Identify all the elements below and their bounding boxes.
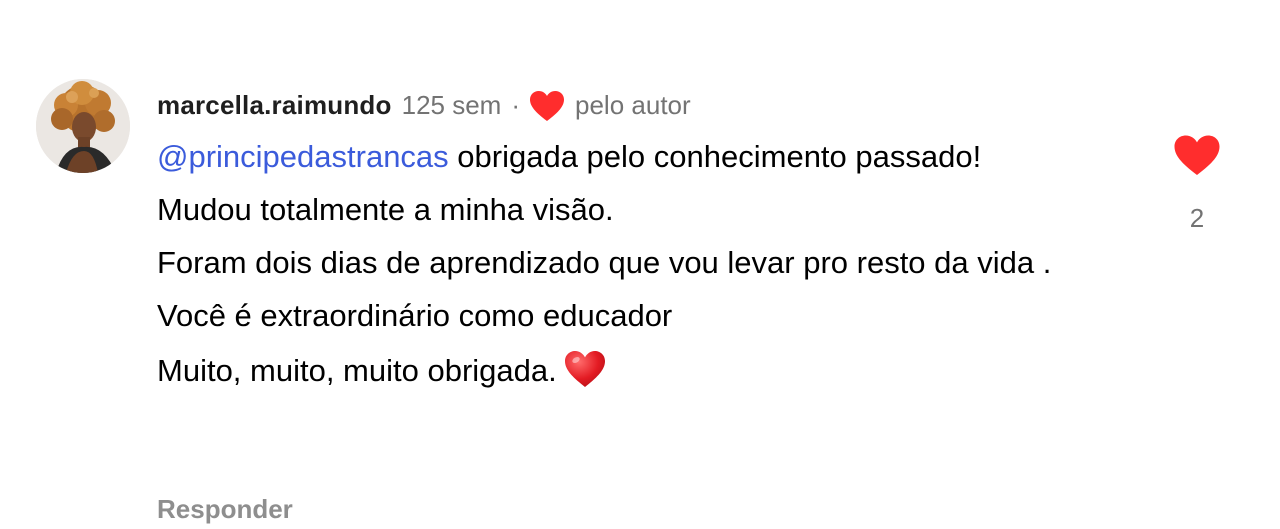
username[interactable]: marcella.raimundo: [157, 86, 392, 124]
mention-link[interactable]: @principedastrancas: [157, 139, 449, 174]
avatar-image: [36, 79, 130, 173]
red-heart-emoji-icon: [563, 349, 607, 399]
comment-paragraph: Mudou totalmente a minha visão.: [157, 190, 1117, 230]
comment-text: obrigada pelo conhecimento passado!: [448, 139, 982, 174]
separator-dot: ·: [511, 90, 521, 120]
liked-by-author-label: pelo autor: [575, 90, 691, 120]
comment-paragraph: Você é extraordinário como educador: [157, 296, 1117, 336]
heart-icon: [529, 90, 565, 122]
avatar[interactable]: [36, 79, 130, 173]
comment-header: marcella.raimundo 125 sem · pelo autor: [157, 86, 691, 124]
comment-paragraph: Muito, muito, muito obrigada.: [157, 349, 1117, 399]
timestamp[interactable]: 125 sem: [402, 86, 502, 124]
like-count: 2: [1189, 203, 1205, 233]
comment-paragraph: @principedastrancas obrigada pelo conhec…: [157, 137, 1117, 177]
like-column: 2: [1165, 134, 1229, 233]
comment-text: Mudou totalmente a minha visão.: [157, 192, 614, 227]
comment-body: @principedastrancas obrigada pelo conhec…: [157, 137, 1117, 412]
comment-text: Você é extraordinário como educador: [157, 298, 673, 333]
comment-text: Muito, muito, muito obrigada.: [157, 353, 557, 388]
comment-text: Foram dois dias de aprendizado que vou l…: [157, 245, 1052, 280]
comment-paragraph: Foram dois dias de aprendizado que vou l…: [157, 243, 1117, 283]
comment: marcella.raimundo 125 sem · pelo autor @…: [0, 0, 1280, 529]
reply-button[interactable]: Responder: [157, 490, 293, 528]
like-button[interactable]: [1173, 134, 1221, 181]
heart-filled-icon: [1174, 135, 1220, 175]
